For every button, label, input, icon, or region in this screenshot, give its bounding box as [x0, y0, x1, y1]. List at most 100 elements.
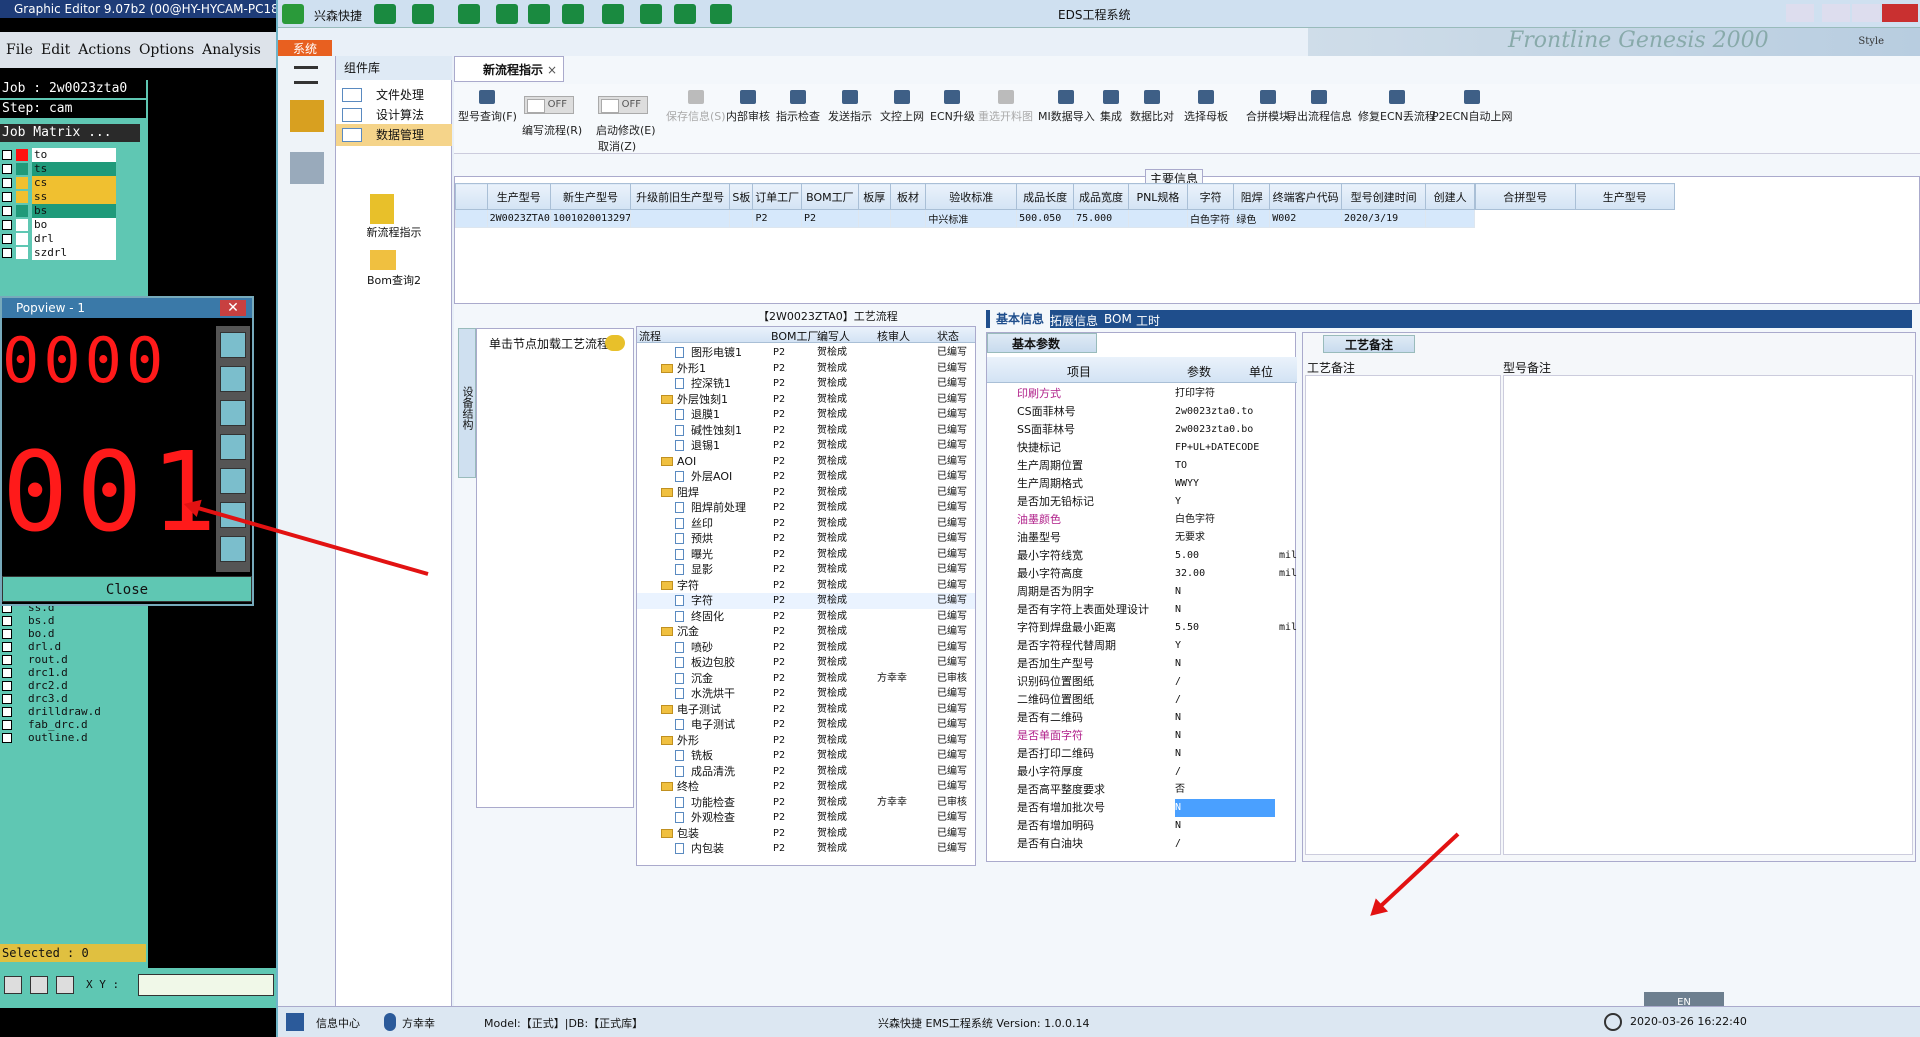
param-row[interactable]: 是否有增加明码 N: [987, 817, 1297, 835]
layer-checkbox[interactable]: [2, 150, 12, 160]
pan-icon[interactable]: [220, 536, 246, 562]
ribbon-button-13[interactable]: 导出流程信息: [1286, 90, 1352, 124]
param-value[interactable]: 5.50: [1175, 619, 1275, 637]
param-value[interactable]: 无要求: [1175, 529, 1275, 547]
ribbon-button-10[interactable]: 数据比对: [1130, 90, 1174, 124]
param-value[interactable]: N: [1175, 817, 1275, 835]
cell[interactable]: [630, 209, 731, 228]
detail-tab-3[interactable]: 工时: [1136, 312, 1160, 329]
cell[interactable]: 绿色: [1233, 209, 1271, 228]
close-icon[interactable]: ×: [547, 57, 557, 83]
layer-checkbox[interactable]: [2, 720, 12, 730]
tree-row[interactable]: 包装 P2 贺桧成 已编写: [637, 826, 975, 842]
tree-row[interactable]: 字符 P2 贺桧成 已编写: [637, 593, 975, 609]
param-value[interactable]: /: [1175, 691, 1275, 709]
layer-checkbox[interactable]: [2, 668, 12, 678]
layer-row[interactable]: bs.d: [0, 614, 118, 628]
xy-input[interactable]: [138, 974, 274, 996]
comp-item-2[interactable]: 数据管理: [336, 124, 452, 146]
param-value[interactable]: 2w0023zta0.to: [1175, 403, 1275, 421]
ribbon-button-12[interactable]: 合拼模块: [1246, 90, 1290, 124]
param-row[interactable]: 是否有二维码 N: [987, 709, 1297, 727]
layer-checkbox[interactable]: [2, 178, 12, 188]
tree-row[interactable]: 外形1 P2 贺桧成 已编写: [637, 361, 975, 377]
layer-row[interactable]: drilldraw.d: [0, 705, 118, 719]
param-value[interactable]: N: [1175, 745, 1275, 763]
menu-file[interactable]: File: [6, 42, 33, 58]
tree-row[interactable]: 丝印 P2 贺桧成 已编写: [637, 516, 975, 532]
layer-row[interactable]: szdrl: [0, 246, 118, 260]
layer-row[interactable]: to: [0, 148, 118, 162]
close-window-button[interactable]: [1882, 4, 1918, 22]
detail-tab-1[interactable]: 拓展信息: [1050, 312, 1098, 329]
layer-checkbox[interactable]: [2, 629, 12, 639]
tree-row[interactable]: 字符 P2 贺桧成 已编写: [637, 578, 975, 594]
layer-checkbox[interactable]: [2, 694, 12, 704]
param-row[interactable]: 油墨颜色 白色字符: [987, 511, 1297, 529]
layer-checkbox[interactable]: [2, 681, 12, 691]
param-row[interactable]: 是否有白油块 /: [987, 835, 1297, 853]
param-row[interactable]: 最小字符线宽 5.00 mil: [987, 547, 1297, 565]
cell[interactable]: 500.050: [1016, 209, 1075, 228]
layer-row[interactable]: outline.d: [0, 731, 118, 745]
layer-row[interactable]: drl: [0, 232, 118, 246]
toggle-switch[interactable]: OFF: [598, 96, 648, 114]
cell[interactable]: 75.000: [1073, 209, 1129, 228]
layer-checkbox[interactable]: [2, 733, 12, 743]
param-value[interactable]: FP+UL+DATECODE: [1175, 439, 1275, 457]
layer-checkbox[interactable]: [2, 248, 12, 258]
zoom-in-icon[interactable]: [220, 332, 246, 358]
param-row[interactable]: 字符到焊盘最小距离 5.50 mil: [987, 619, 1297, 637]
param-value[interactable]: N: [1175, 583, 1275, 601]
ribbon-button-3[interactable]: 指示检查: [776, 90, 820, 124]
import-icon[interactable]: [220, 400, 246, 426]
row-indicator[interactable]: [455, 209, 488, 228]
param-value[interactable]: 否: [1175, 781, 1275, 799]
tree-row[interactable]: 功能检查 P2 贺桧成 方幸幸 已审核: [637, 795, 975, 811]
cell[interactable]: 2W0023ZTA0: [486, 209, 551, 228]
tree-row[interactable]: 电子测试 P2 贺桧成 已编写: [637, 717, 975, 733]
tree-row[interactable]: 沉金 P2 贺桧成 已编写: [637, 624, 975, 640]
ribbon-button-14[interactable]: 修复ECN丢流程: [1358, 90, 1436, 124]
param-value[interactable]: /: [1175, 673, 1275, 691]
param-row[interactable]: 是否有增加批次号 N: [987, 799, 1297, 817]
ribbon-button-0[interactable]: 型号查询(F): [458, 90, 517, 124]
tree-row[interactable]: 水洗烘干 P2 贺桧成 已编写: [637, 686, 975, 702]
layer-row[interactable]: bo: [0, 218, 118, 232]
layer-checkbox[interactable]: [2, 164, 12, 174]
menu-actions[interactable]: Actions: [78, 42, 131, 58]
job-matrix-button[interactable]: Job Matrix ...: [0, 124, 140, 142]
param-row[interactable]: 二维码位置图纸 /: [987, 691, 1297, 709]
transfer-icon[interactable]: [562, 4, 584, 24]
layer-row[interactable]: ts: [0, 162, 118, 176]
measure-icon[interactable]: [30, 976, 48, 994]
cell[interactable]: 10010200132974: [549, 209, 632, 228]
param-value[interactable]: 2w0023zta0.bo: [1175, 421, 1275, 439]
cell[interactable]: [857, 209, 891, 228]
layer-row[interactable]: drc1.d: [0, 666, 118, 680]
cell[interactable]: [889, 209, 927, 228]
tree-row[interactable]: 沉金 P2 贺桧成 方幸幸 已审核: [637, 671, 975, 687]
tree-row[interactable]: 成品清洗 P2 贺桧成 已编写: [637, 764, 975, 780]
cell[interactable]: 2020/3/19: [1340, 209, 1427, 228]
param-value[interactable]: N: [1175, 655, 1275, 673]
layer-row[interactable]: fab_drc.d: [0, 718, 118, 732]
tree-row[interactable]: 碱性蚀刻1 P2 贺桧成 已编写: [637, 423, 975, 439]
param-row[interactable]: 是否有字符上表面处理设计 N: [987, 601, 1297, 619]
minimize-button[interactable]: [1822, 4, 1850, 22]
tree-row[interactable]: 图形电镀1 P2 贺桧成 已编写: [637, 345, 975, 361]
yx-logo-icon[interactable]: [290, 100, 324, 132]
tree-row[interactable]: 板边包胶 P2 贺桧成 已编写: [637, 655, 975, 671]
tree-row[interactable]: 铣板 P2 贺桧成 已编写: [637, 748, 975, 764]
info-center[interactable]: 信息中心: [316, 1015, 360, 1031]
tree-row[interactable]: 预烘 P2 贺桧成 已编写: [637, 531, 975, 547]
ribbon-button-8[interactable]: MI数据导入: [1038, 90, 1095, 124]
process-note-area[interactable]: [1305, 375, 1501, 855]
param-row[interactable]: 生产周期格式 WWYY: [987, 475, 1297, 493]
param-row[interactable]: SS面菲林号 2w0023zta0.bo: [987, 421, 1297, 439]
cell[interactable]: [729, 209, 754, 228]
detail-tab-2[interactable]: BOM: [1104, 312, 1132, 326]
tree-row[interactable]: 控深铣1 P2 贺桧成 已编写: [637, 376, 975, 392]
ribbon-button-4[interactable]: 发送指示: [828, 90, 872, 124]
param-row[interactable]: 生产周期位置 TO: [987, 457, 1297, 475]
